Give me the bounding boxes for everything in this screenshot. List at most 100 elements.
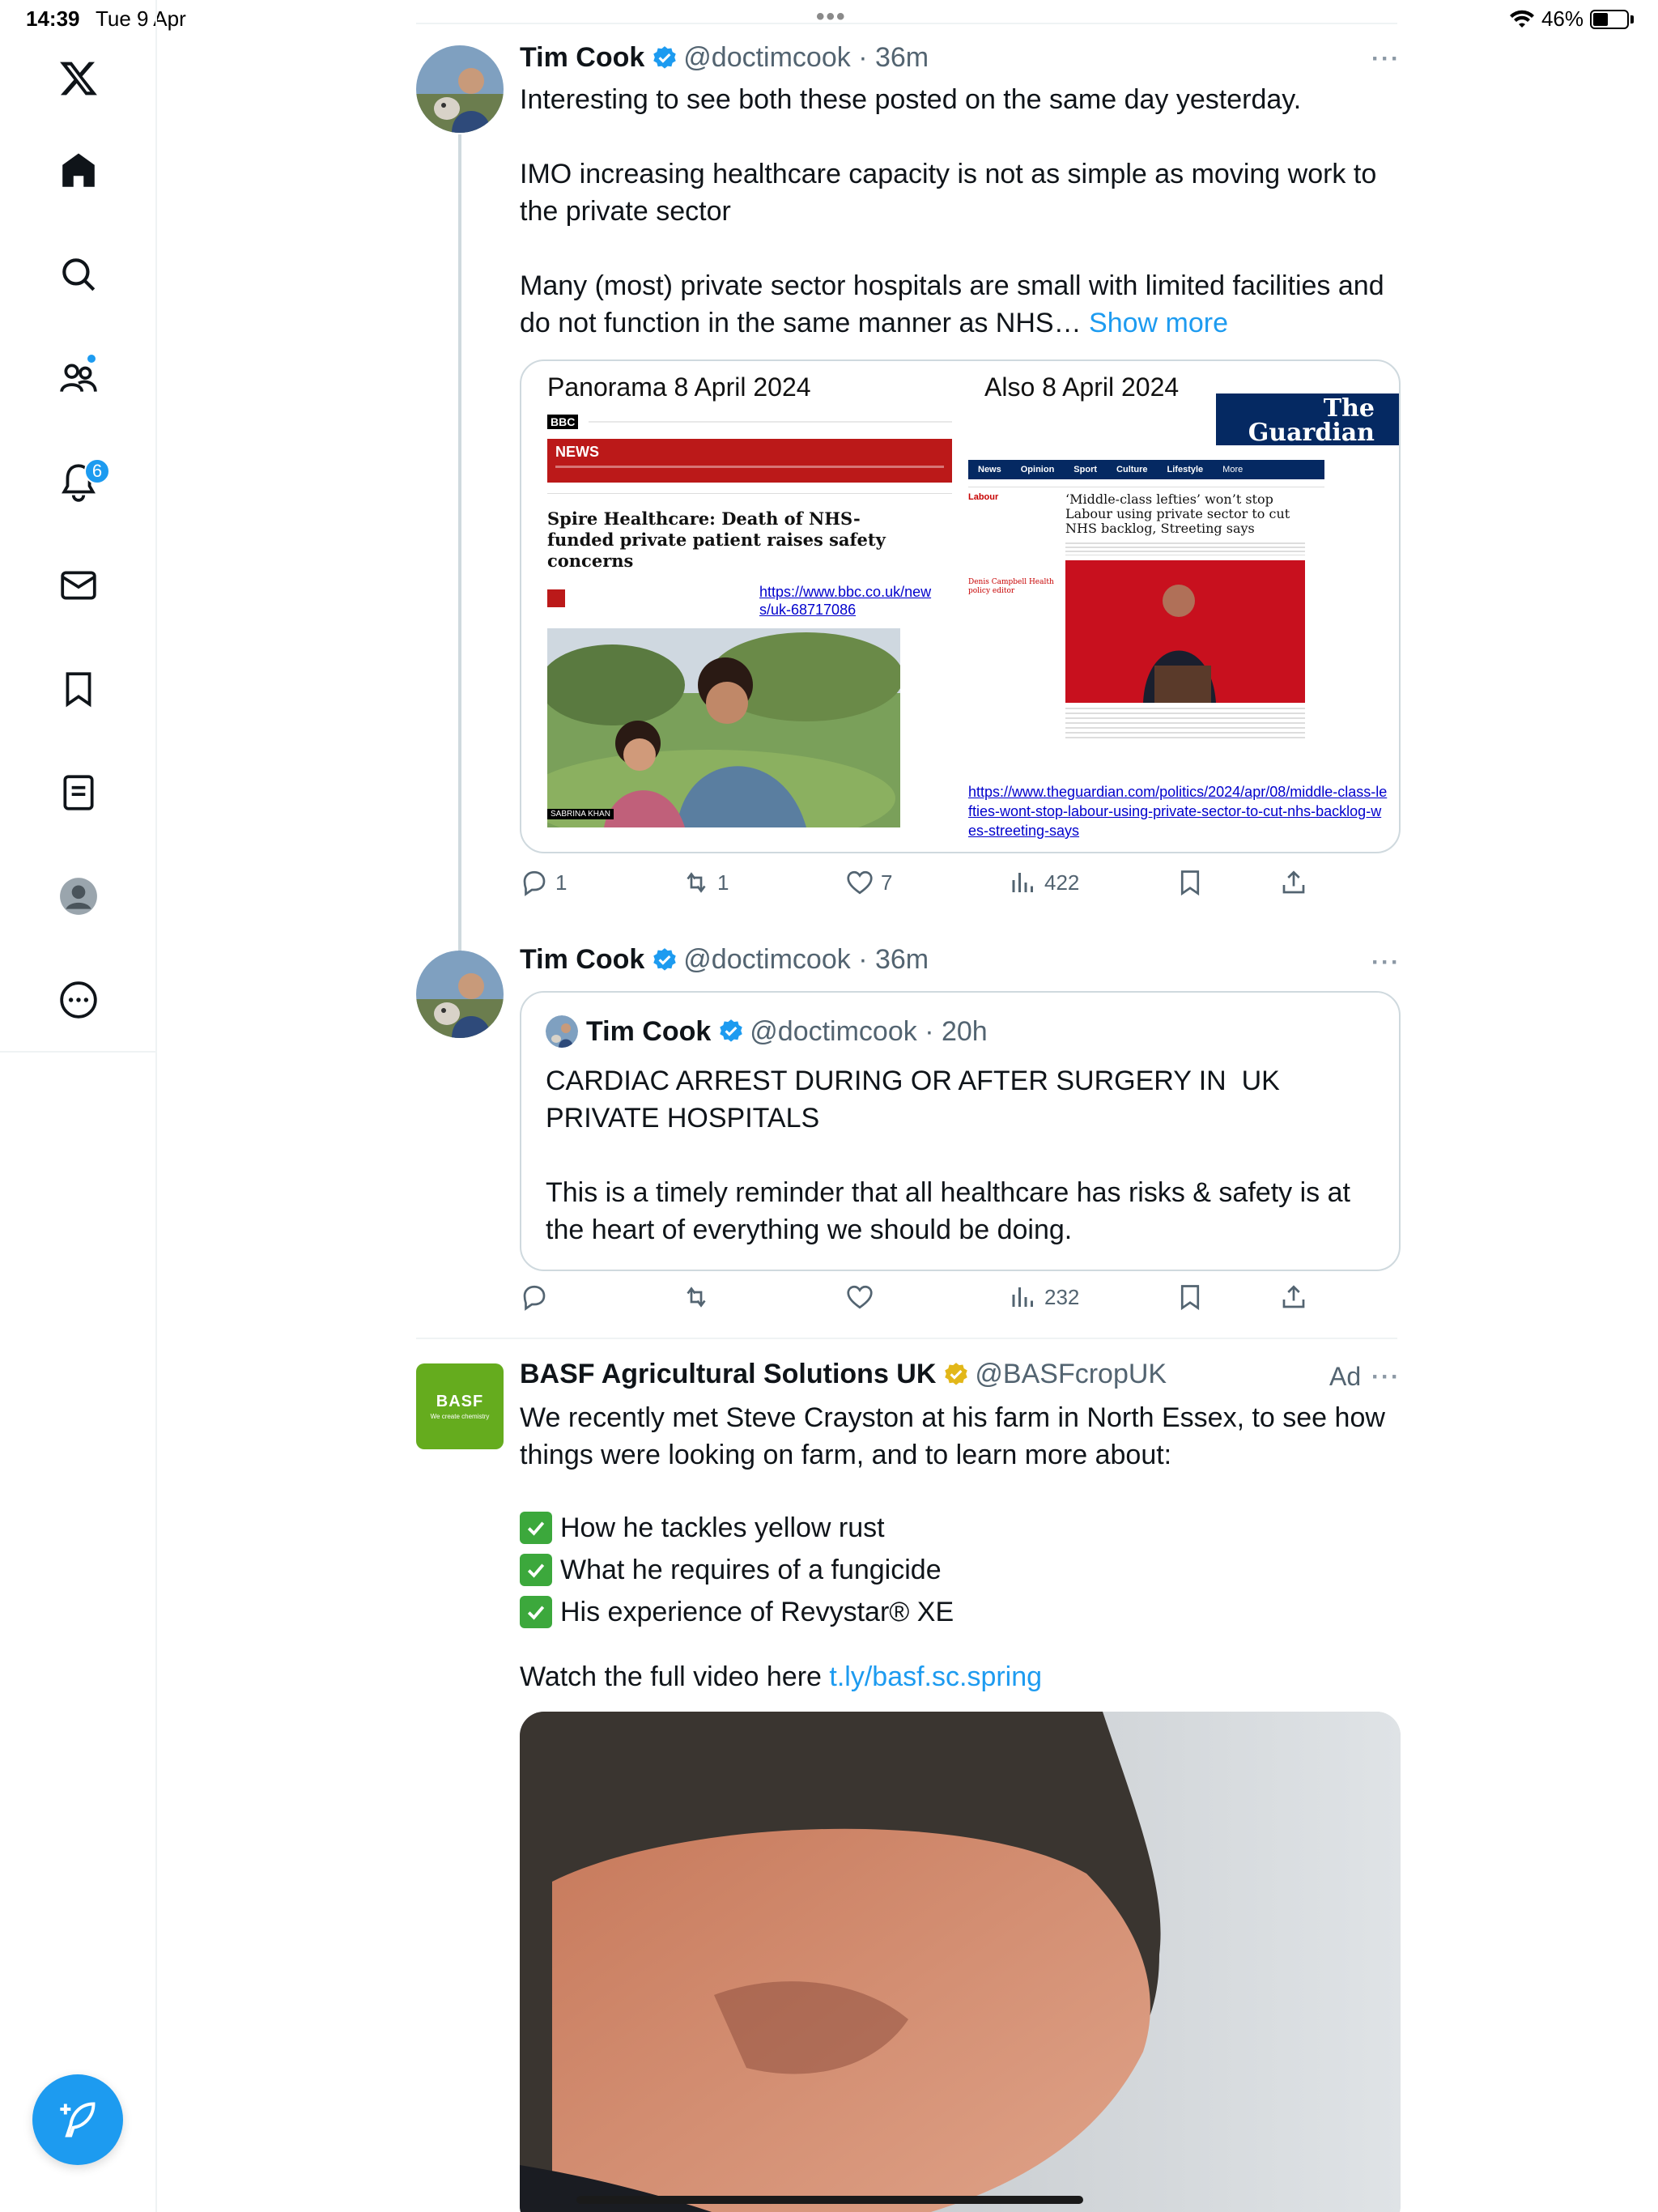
guardian-screenshot: News Opinion Sport Culture Lifestyle Mor… (968, 460, 1324, 740)
like-count: 7 (881, 870, 893, 895)
bullet-item: His experience of Revystar® XE (520, 1593, 1402, 1631)
tweet-time[interactable]: 36m (875, 944, 929, 976)
nav-home[interactable] (50, 143, 107, 199)
nav-bookmarks[interactable] (50, 661, 107, 717)
tweet-actions: 232 (520, 1283, 1401, 1323)
quote-time: 20h (941, 1015, 988, 1047)
views-button[interactable]: 232 (1009, 1283, 1079, 1312)
nav-messages[interactable] (50, 557, 107, 614)
tweet-avatar[interactable] (416, 951, 504, 1038)
tweet-more-icon[interactable]: ··· (1371, 1363, 1401, 1391)
search-icon (62, 258, 96, 291)
nav-explore[interactable] (50, 246, 107, 303)
checkmark-icon (520, 1554, 552, 1586)
tweet-body: We recently met Steve Crayston at his fa… (520, 1399, 1402, 1474)
video-frame (520, 1712, 1401, 2212)
guardian-logo: The Guardian (1216, 393, 1399, 445)
retweet-icon (687, 872, 706, 893)
tweet-time[interactable]: 36m (875, 42, 929, 74)
avatar-photo (416, 45, 504, 133)
author-handle[interactable]: @doctimcook (683, 944, 850, 976)
status-right: 46% (1509, 6, 1634, 32)
video-link[interactable]: t.ly/basf.sc.spring (829, 1661, 1042, 1692)
reply-icon (523, 1285, 546, 1311)
nav-communities[interactable] (50, 350, 107, 406)
compose-button[interactable] (32, 2074, 123, 2165)
retweet-button[interactable]: 1 (682, 868, 729, 897)
basf-avatar[interactable]: BASF We create chemistry (416, 1363, 504, 1449)
retweet-icon (687, 1287, 706, 1308)
quote-text-p1: CARDIAC ARREST DURING OR AFTER SURGERY I… (546, 1066, 1288, 1134)
bbc-news-bar: NEWS (547, 439, 952, 483)
share-button[interactable] (1279, 868, 1308, 897)
verified-badge-icon (653, 45, 677, 69)
tweet-text-p1: Interesting to see both these posted on … (520, 84, 1302, 115)
feed-top-rule (416, 23, 1397, 24)
tweet-avatar[interactable] (416, 45, 504, 133)
bbc-share-icon (547, 589, 565, 607)
like-button[interactable] (845, 1283, 874, 1312)
notification-badge: 6 (84, 458, 110, 484)
guardian-nav-item: News (978, 465, 1001, 474)
author-name[interactable]: Tim Cook (520, 42, 644, 74)
nav-notifications[interactable]: 6 (50, 453, 110, 510)
author-name[interactable]: BASF Agricultural Solutions UK (520, 1359, 936, 1390)
views-button[interactable]: 422 (1009, 868, 1079, 897)
home-indicator[interactable] (576, 2196, 1083, 2204)
quoted-tweet[interactable]: Tim Cook @doctimcook · 20h CARDIAC ARRES… (520, 991, 1401, 1271)
sidebar-divider (0, 1051, 157, 1053)
bullet-text: His experience of Revystar® XE (560, 1597, 954, 1627)
retweet-button[interactable] (682, 1283, 711, 1312)
tweet-header: Tim Cook @doctimcook · 36m (520, 42, 929, 74)
thread-line (458, 134, 461, 954)
bullet-text: How he tackles yellow rust (560, 1512, 885, 1543)
multitasking-dots-icon[interactable]: ••• (816, 3, 847, 31)
x-logo-icon[interactable] (50, 50, 107, 107)
bbc-screenshot: BBC NEWS Spire Healthcare: Death of NHS-… (547, 415, 952, 827)
guardian-section: Labour (968, 492, 999, 502)
tweet-text-p1: We recently met Steve Crayston at his fa… (520, 1402, 1393, 1470)
tweet-more-icon[interactable]: ··· (1371, 45, 1401, 73)
like-button[interactable]: 7 (845, 868, 892, 897)
author-handle[interactable]: @doctimcook (683, 42, 850, 74)
author-name[interactable]: Tim Cook (520, 944, 644, 976)
bookmark-button[interactable] (1175, 1283, 1205, 1312)
basf-logo-text: BASF (436, 1393, 484, 1410)
dot-separator: · (916, 1015, 942, 1047)
reply-icon (523, 870, 546, 896)
communities-dot (86, 353, 97, 364)
heart-icon (847, 870, 873, 895)
verified-badge-icon (720, 1019, 743, 1042)
bbc-nav-label: NEWS (555, 444, 599, 460)
nav-profile[interactable] (50, 868, 107, 925)
reply-button[interactable]: 1 (520, 868, 567, 897)
image-caption-right: Also 8 April 2024 (984, 372, 1180, 402)
bbc-logo: BBC (547, 415, 579, 429)
bbc-url: https://www.bbc.co.uk/news/uk-68717086 (759, 584, 932, 618)
checkmark-icon (520, 1596, 552, 1628)
bookmark-icon (66, 672, 91, 708)
sidebar: 6 (0, 0, 157, 2212)
quote-author-handle: @doctimcook (750, 1015, 917, 1047)
show-more-link[interactable]: Show more (1089, 308, 1228, 338)
nav-lists[interactable] (50, 764, 107, 821)
share-button[interactable] (1279, 1283, 1308, 1312)
verified-badge-icon (653, 947, 677, 971)
tweet-image[interactable]: Panorama 8 April 2024 BBC NEWS Spire Hea… (520, 359, 1401, 853)
quote-header: Tim Cook @doctimcook · 20h (546, 1015, 988, 1048)
guardian-nav-item: More (1222, 465, 1244, 474)
retweet-count: 1 (717, 870, 729, 895)
bullet-text: What he requires of a fungicide (560, 1555, 942, 1585)
tweet-more-icon[interactable]: ··· (1371, 949, 1401, 976)
nav-more[interactable] (50, 972, 107, 1028)
video-cta: Watch the full video here t.ly/basf.sc.s… (520, 1658, 1402, 1695)
bullet-item: How he tackles yellow rust (520, 1509, 1402, 1546)
views-chart-icon (1012, 873, 1033, 892)
view-count: 232 (1044, 1284, 1080, 1309)
reply-button[interactable] (520, 1283, 549, 1312)
bookmark-button[interactable] (1175, 868, 1205, 897)
author-handle[interactable]: @BASFcropUK (975, 1359, 1167, 1390)
dot-separator: · (850, 944, 875, 975)
quote-text-p2: This is a timely reminder that all healt… (546, 1177, 1358, 1245)
ad-video[interactable] (520, 1712, 1401, 2212)
